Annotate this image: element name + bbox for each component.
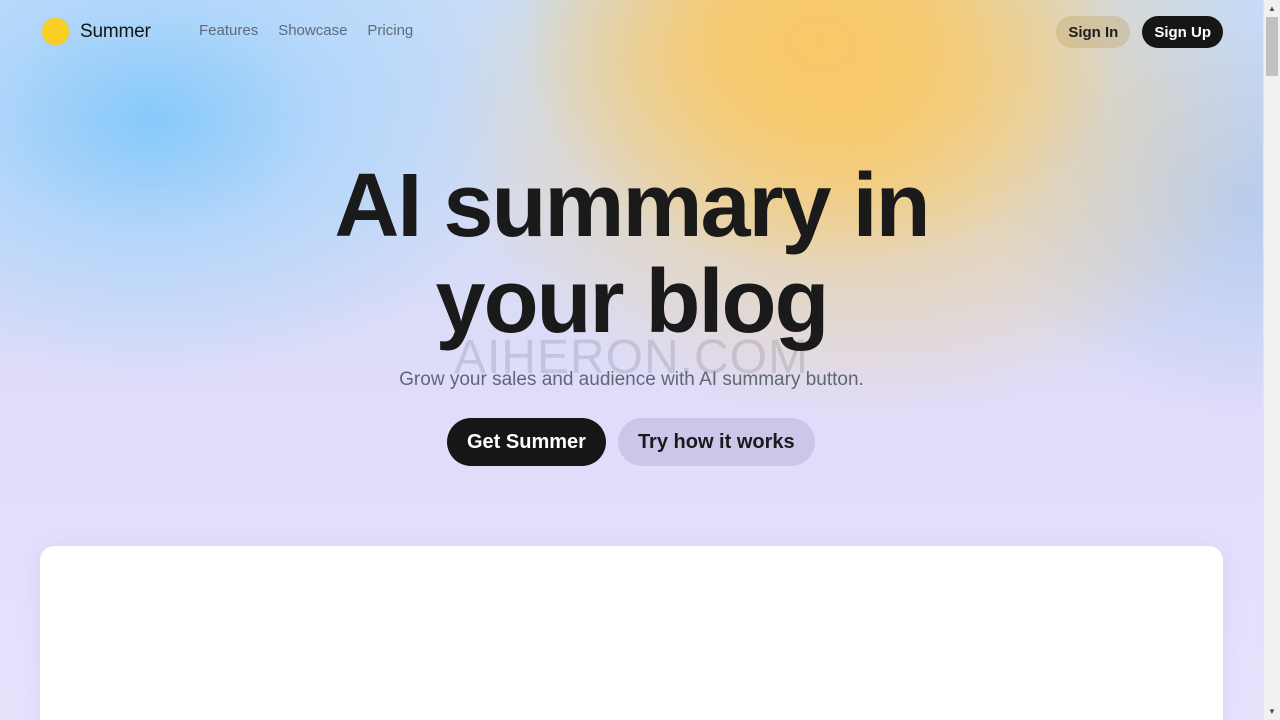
scrollbar-thumb[interactable]: [1266, 17, 1278, 76]
try-how-it-works-button[interactable]: Try how it works: [617, 418, 815, 466]
hero-cta-group: Get Summer Try how it works: [447, 418, 815, 466]
get-summer-button[interactable]: Get Summer: [447, 418, 606, 466]
hero-subtitle: Grow your sales and audience with AI sum…: [399, 369, 864, 390]
sign-in-button[interactable]: Sign In: [1056, 16, 1131, 48]
triangle-down-icon[interactable]: ▼: [1264, 703, 1280, 720]
sign-up-button[interactable]: Sign Up: [1142, 16, 1223, 48]
triangle-up-icon[interactable]: ▲: [1264, 0, 1280, 17]
hero-title-line-1: AI summary in: [334, 156, 930, 256]
preview-card: [40, 546, 1223, 720]
nav-link-features[interactable]: Features: [199, 22, 258, 39]
brand-logo[interactable]: Summer: [42, 18, 151, 45]
landing-page: Summer Features Showcase Pricing Sign In…: [0, 0, 1263, 720]
brand-name: Summer: [80, 20, 151, 42]
nav-link-showcase[interactable]: Showcase: [278, 22, 347, 39]
nav-link-pricing[interactable]: Pricing: [367, 22, 413, 39]
main-nav: Features Showcase Pricing: [199, 22, 413, 39]
sun-circle-icon: [42, 18, 69, 45]
auth-buttons: Sign In Sign Up: [1056, 16, 1223, 48]
vertical-scrollbar[interactable]: ▲ ▼: [1263, 0, 1280, 720]
hero-title: AI summary in your blog: [0, 158, 1263, 350]
site-header: Summer Features Showcase Pricing Sign In…: [0, 0, 1263, 64]
